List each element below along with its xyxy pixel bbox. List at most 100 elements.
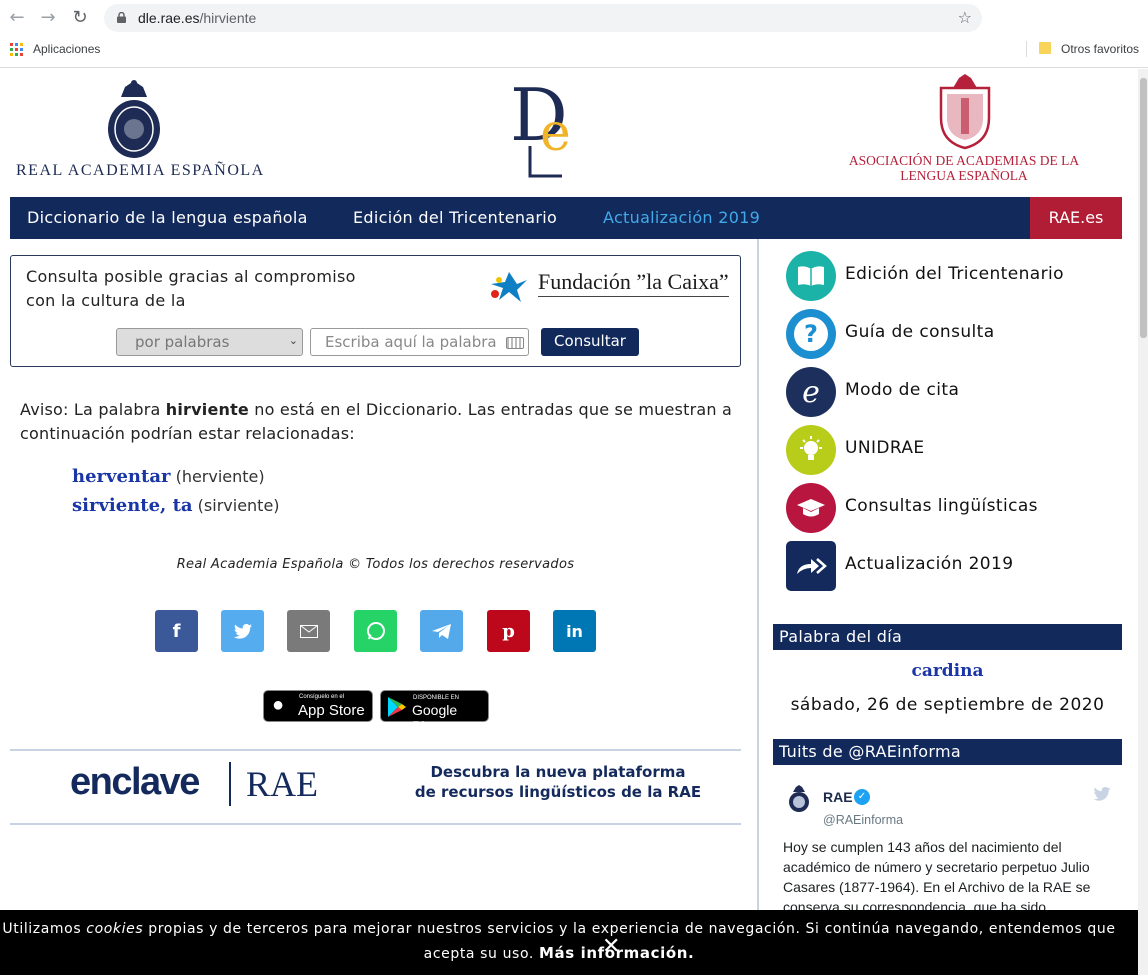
divider (10, 749, 741, 751)
sidebar-item-modo-cita[interactable]: e Modo de cita (786, 367, 1116, 417)
bookmarks-bar: Aplicaciones Otros favoritos (0, 38, 1148, 62)
sidebar-item-tricentenario[interactable]: Edición del Tricentenario (786, 251, 1116, 301)
column-divider (757, 239, 759, 975)
entry-link[interactable]: sirviente, ta (72, 495, 193, 516)
asale-line-2: LENGUA ESPAÑOLA (900, 168, 1028, 183)
nav-diccionario[interactable]: Diccionario de la lengua española (27, 208, 308, 227)
list-item: sirviente, ta (sirviente) (72, 495, 280, 516)
divider (10, 823, 741, 825)
bookmark-star-icon[interactable]: ☆ (958, 8, 972, 27)
copyright: Real Academia Española © Todos los derec… (176, 557, 575, 572)
telegram-icon (431, 623, 451, 639)
tweet-text: Hoy se cumplen 143 años del nacimiento d… (783, 839, 1091, 915)
sidebar-item-consultas[interactable]: Consultas lingüísticas (786, 483, 1116, 533)
dle-logo[interactable]: D e (510, 76, 586, 180)
asale-crest-logo[interactable] (933, 74, 997, 150)
linkedin-icon: in (566, 621, 583, 641)
whatsapp-share-button[interactable] (354, 610, 397, 652)
fundacion-la-caixa-logo[interactable]: Fundación ”la Caixa” (538, 269, 729, 297)
tweet-handle[interactable]: @RAEinforma (823, 813, 903, 827)
bookmark-divider (1026, 41, 1027, 57)
sponsor-line-1: Consulta posible gracias al compromiso (26, 267, 356, 286)
sidebar-item-label: UNIDRAE (845, 438, 925, 458)
graduation-cap-icon (786, 483, 836, 533)
keyboard-icon[interactable] (506, 337, 524, 349)
notice-word: hirviente (165, 400, 249, 419)
google-play-small: DISPONIBLE EN (413, 695, 460, 701)
search-mode-value: por palabras (135, 333, 230, 351)
nav-actualizacion[interactable]: Actualización 2019 (603, 208, 760, 227)
forward-arrows-icon (786, 541, 836, 591)
twitter-icon (233, 623, 252, 639)
sidebar-item-label: Actualización 2019 (845, 554, 1014, 574)
enclave-line-1: Descubra la nueva plataforma (430, 763, 686, 781)
scrollbar-thumb[interactable] (1140, 78, 1147, 338)
sidebar-item-unidrae[interactable]: UNIDRAE (786, 425, 1116, 475)
sidebar-item-actualizacion[interactable]: Actualización 2019 (786, 541, 1116, 591)
browser-chrome: ← → ↻ dle.rae.es/hirviente ☆ Aplicacione… (0, 0, 1148, 68)
search-input[interactable]: Escriba aquí la palabra (310, 328, 529, 356)
entry-form: (herviente) (175, 467, 265, 486)
mail-icon (299, 624, 318, 638)
notice-text: Aviso: La palabra hirviente no está en e… (20, 398, 740, 446)
palabra-del-dia-header: Palabra del día (773, 624, 1122, 650)
chevron-down-icon: ⌄ (288, 334, 298, 347)
app-store-badge[interactable]: ● Consíguelo en el App Store (263, 690, 373, 722)
pinterest-share-button[interactable]: p (487, 610, 530, 652)
book-icon (786, 251, 836, 301)
sidebar-item-label: Consultas lingüísticas (845, 496, 1038, 516)
forward-icon[interactable]: → (38, 8, 58, 28)
enclave-promo[interactable]: Descubra la nueva plataforma de recursos… (408, 762, 708, 802)
nav-tricentenario[interactable]: Edición del Tricentenario (353, 208, 557, 227)
enclave-logo[interactable]: enclave (70, 761, 200, 804)
tweet-author[interactable]: RAE (823, 789, 853, 805)
search-panel: Consulta posible gracias al compromiso c… (10, 255, 741, 367)
consultar-button[interactable]: Consultar (541, 328, 639, 356)
cookie-banner: Utilizamos cookies propias y de terceros… (0, 910, 1138, 975)
apps-grid-icon[interactable] (10, 43, 23, 56)
close-icon[interactable]: ✕ (602, 936, 621, 958)
entry-form: (sirviente) (197, 496, 280, 515)
address-bar[interactable]: dle.rae.es/hirviente ☆ (104, 4, 982, 32)
reload-icon[interactable]: ↻ (70, 8, 90, 28)
whatsapp-icon (366, 622, 385, 640)
bookmark-other[interactable]: Otros favoritos (1061, 42, 1139, 56)
page-content: REAL ACADEMIA ESPAÑOLA D e ASOCIACIÓN DE… (0, 69, 1138, 975)
notice-prefix: Aviso: La palabra (20, 400, 166, 419)
telegram-share-button[interactable] (420, 610, 463, 652)
palabra-del-dia-word[interactable]: cardina (773, 661, 1122, 681)
rae-name[interactable]: REAL ACADEMIA ESPAÑOLA (16, 162, 265, 180)
twitter-share-button[interactable] (221, 610, 264, 652)
facebook-share-button[interactable]: f (155, 610, 198, 652)
search-mode-select[interactable]: por palabras ⌄ (116, 328, 303, 356)
rae-crest-logo[interactable] (105, 79, 163, 159)
nav-rae-es[interactable]: RAE.es (1030, 197, 1122, 239)
bookmark-apps[interactable]: Aplicaciones (33, 42, 100, 56)
entry-link[interactable]: herventar (72, 466, 170, 487)
avatar[interactable] (787, 785, 811, 813)
url-text: dle.rae.es/hirviente (138, 10, 257, 26)
google-play-badge[interactable]: DISPONIBLE EN Google Play (380, 690, 489, 734)
svg-text:e: e (540, 103, 571, 163)
verified-icon: ✓ (854, 789, 870, 805)
linkedin-share-button[interactable]: in (553, 610, 596, 652)
sidebar-item-guia[interactable]: ? Guía de consulta (786, 309, 1116, 359)
facebook-icon: f (172, 620, 181, 642)
google-play-label: Google Play (412, 702, 458, 734)
main-nav: Diccionario de la lengua española Edició… (10, 197, 1122, 239)
twitter-bird-icon[interactable] (1093, 787, 1111, 801)
palabra-del-dia-date: sábado, 26 de septiembre de 2020 (790, 695, 1105, 715)
enclave-rae-logo[interactable]: RAE (246, 763, 318, 805)
app-store-small: Consíguelo en el (299, 694, 345, 700)
sponsor-line-2: con la cultura de la (26, 291, 186, 310)
sidebar-item-label: Modo de cita (845, 380, 960, 400)
sidebar-item-label: Edición del Tricentenario (845, 264, 1064, 284)
back-icon[interactable]: ← (7, 8, 27, 28)
asale-name[interactable]: ASOCIACIÓN DE ACADEMIAS DE LA LENGUA ESP… (846, 153, 1082, 183)
email-share-button[interactable] (287, 610, 330, 652)
folder-icon (1039, 42, 1051, 54)
cookie-word: cookies (86, 921, 144, 937)
lightbulb-icon (786, 425, 836, 475)
app-store-label: App Store (298, 702, 365, 719)
sidebar-item-label: Guía de consulta (845, 322, 995, 342)
